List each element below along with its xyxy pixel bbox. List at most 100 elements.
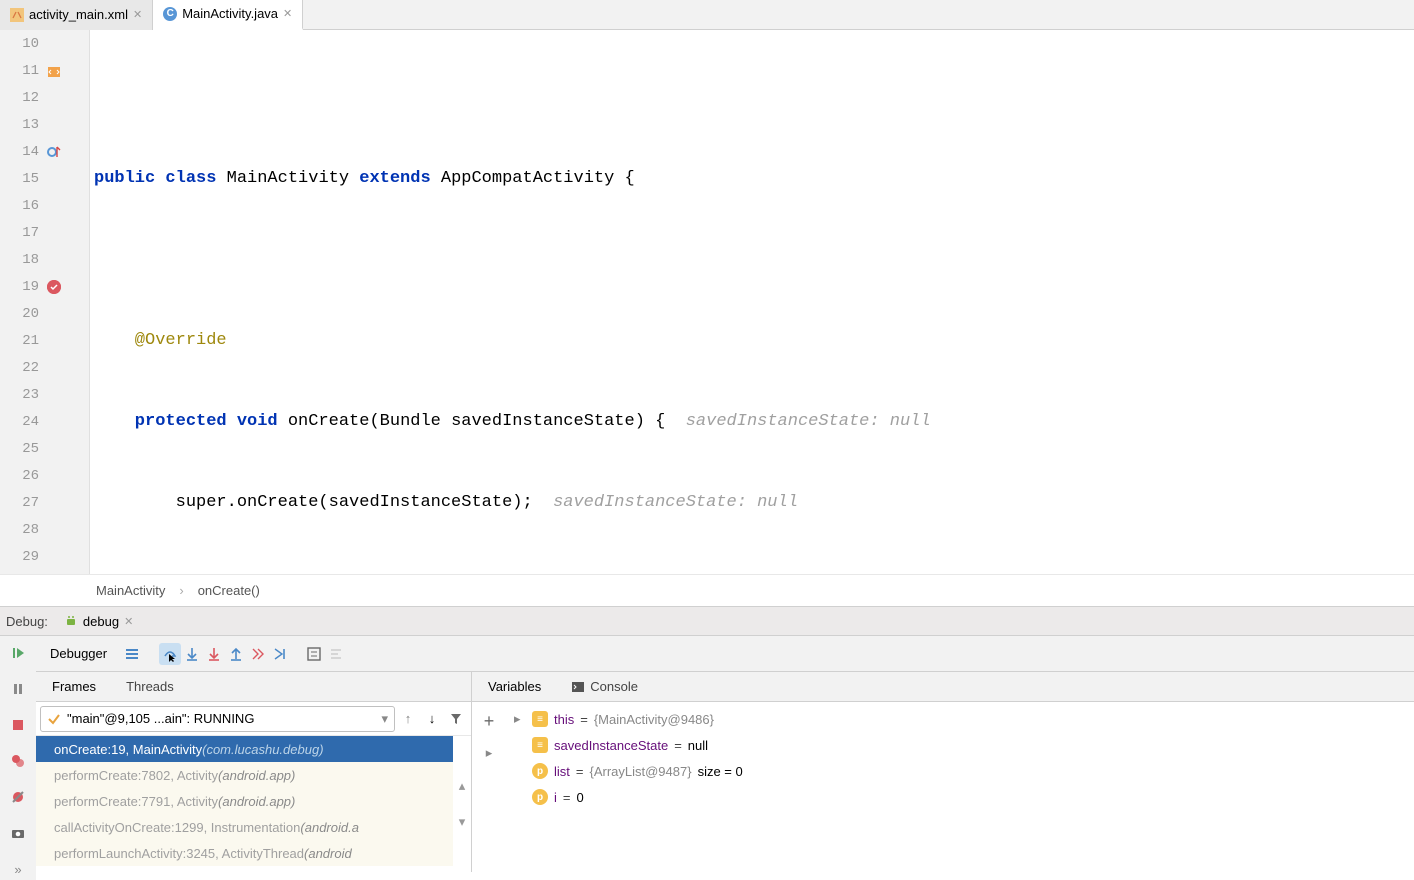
- tab-threads[interactable]: Threads: [126, 679, 174, 694]
- code-line: protected void onCreate(Bundle savedInst…: [90, 408, 1414, 435]
- gutter-line: 17: [0, 219, 89, 246]
- prev-frame-button[interactable]: ↑: [397, 708, 419, 730]
- show-execution-point-button[interactable]: [121, 643, 143, 665]
- code-line: setContentView(R.layout.activity_main);: [90, 570, 1414, 574]
- frame-item[interactable]: performCreate:7791, Activity (android.ap…: [36, 788, 453, 814]
- code-line: [90, 246, 1414, 273]
- gutter-line: 20: [0, 300, 89, 327]
- vars-toolbar: + ▸: [472, 702, 506, 872]
- camera-button[interactable]: [7, 822, 29, 844]
- java-class-icon: C: [163, 7, 177, 21]
- debugger-label[interactable]: Debugger: [36, 646, 121, 661]
- breadcrumb[interactable]: MainActivity › onCreate(): [0, 574, 1414, 606]
- more-icon[interactable]: »: [7, 858, 29, 880]
- gutter-line: 10: [0, 30, 89, 57]
- console-icon: [571, 680, 585, 694]
- code-line: [90, 84, 1414, 111]
- gutter-line: 15: [0, 165, 89, 192]
- tab-variables[interactable]: Variables: [488, 679, 541, 694]
- gutter-line: 16: [0, 192, 89, 219]
- gutter-line: 12: [0, 84, 89, 111]
- gutter-line: 14: [0, 138, 89, 165]
- evaluate-expression-button[interactable]: [303, 643, 325, 665]
- close-icon[interactable]: ✕: [124, 615, 133, 628]
- tab-main-activity-java[interactable]: C MainActivity.java ✕: [153, 0, 303, 30]
- chevron-down-icon: ▾: [381, 711, 388, 727]
- frame-item[interactable]: onCreate:19, MainActivity (com.lucashu.d…: [36, 736, 453, 762]
- variables-panel: Variables Console + ▸ ▸≡ this = {MainAct…: [472, 672, 1414, 872]
- gutter-line: 29: [0, 543, 89, 570]
- pause-button[interactable]: [7, 678, 29, 700]
- step-out-button[interactable]: [225, 643, 247, 665]
- breadcrumb-item[interactable]: MainActivity: [96, 583, 165, 598]
- debug-sidebar: »: [0, 636, 36, 880]
- variable-row[interactable]: p i = 0: [506, 784, 1414, 810]
- resume-button[interactable]: [7, 642, 29, 664]
- breadcrumb-item[interactable]: onCreate(): [198, 583, 260, 598]
- override-icon[interactable]: [47, 145, 61, 159]
- filter-button[interactable]: [445, 708, 467, 730]
- thread-combo[interactable]: "main"@9,105 ...ain": RUNNING ▾: [40, 706, 395, 732]
- breakpoint-icon[interactable]: [47, 280, 61, 294]
- debug-header: Debug: debug ✕: [0, 606, 1414, 636]
- code-area[interactable]: public class MainActivity extends AppCom…: [90, 30, 1414, 574]
- tab-console[interactable]: Console: [571, 679, 638, 694]
- close-icon[interactable]: ✕: [133, 8, 142, 21]
- gutter-line: 18: [0, 246, 89, 273]
- tab-frames[interactable]: Frames: [52, 679, 96, 694]
- close-icon[interactable]: ✕: [283, 7, 292, 20]
- breadcrumb-separator: ›: [179, 583, 183, 598]
- frame-item[interactable]: performLaunchActivity:3245, ActivityThre…: [36, 840, 453, 866]
- gutter-line: 26: [0, 462, 89, 489]
- code-line: public class MainActivity extends AppCom…: [90, 165, 1414, 192]
- code-editor: 10 11 12 13 14 15 16 17 18 19 20 21 22 2…: [0, 30, 1414, 574]
- run-to-cursor-button[interactable]: [269, 643, 291, 665]
- next-frame-button[interactable]: ↓: [421, 708, 443, 730]
- frames-tabs: Frames Threads: [36, 672, 471, 702]
- force-step-into-button[interactable]: [203, 643, 225, 665]
- debug-body: Frames Threads "main"@9,105 ...ain": RUN…: [36, 672, 1414, 872]
- file-tabs: activity_main.xml ✕ C MainActivity.java …: [0, 0, 1414, 30]
- gutter-line: 19: [0, 273, 89, 300]
- stop-button[interactable]: [7, 714, 29, 736]
- add-watch-button[interactable]: +: [478, 710, 500, 732]
- gutter-line: 24: [0, 408, 89, 435]
- gutter-line: 13: [0, 111, 89, 138]
- tab-label: activity_main.xml: [29, 7, 128, 22]
- frames-panel: Frames Threads "main"@9,105 ...ain": RUN…: [36, 672, 472, 872]
- mute-breakpoints-button[interactable]: [7, 786, 29, 808]
- code-line: @Override: [90, 327, 1414, 354]
- variable-row[interactable]: ▸≡ this = {MainActivity@9486}: [506, 706, 1414, 732]
- frame-list[interactable]: onCreate:19, MainActivity (com.lucashu.d…: [36, 736, 453, 872]
- step-over-button[interactable]: [159, 643, 181, 665]
- scrollbar[interactable]: ▴▾: [453, 736, 471, 872]
- variable-row[interactable]: ≡ savedInstanceState = null: [506, 732, 1414, 758]
- thread-name: "main"@9,105 ...ain": RUNNING: [67, 711, 254, 726]
- view-breakpoints-button[interactable]: [7, 750, 29, 772]
- step-into-button[interactable]: [181, 643, 203, 665]
- tab-label: MainActivity.java: [182, 6, 278, 21]
- trace-button[interactable]: [325, 643, 347, 665]
- gutter-line: 25: [0, 435, 89, 462]
- gutter-line: 23: [0, 381, 89, 408]
- debug-toolbar: Debugger: [36, 636, 1414, 672]
- gutter-line: 22: [0, 354, 89, 381]
- variable-row[interactable]: p list = {ArrayList@9487} size = 0: [506, 758, 1414, 784]
- frame-item[interactable]: performCreate:7802, Activity (android.ap…: [36, 762, 453, 788]
- android-icon: [64, 614, 78, 628]
- frame-item[interactable]: callActivityOnCreate:1299, Instrumentati…: [36, 814, 453, 840]
- gutter-line: 21: [0, 327, 89, 354]
- debug-label: Debug:: [6, 614, 48, 629]
- drop-frame-button[interactable]: [247, 643, 269, 665]
- variables-list[interactable]: ▸≡ this = {MainActivity@9486}≡ savedInst…: [506, 702, 1414, 872]
- gutter[interactable]: 10 11 12 13 14 15 16 17 18 19 20 21 22 2…: [0, 30, 90, 574]
- code-line: super.onCreate(savedInstanceState); save…: [90, 489, 1414, 516]
- debug-config-name: debug: [83, 614, 119, 629]
- gutter-line: 27: [0, 489, 89, 516]
- expand-all-button[interactable]: ▸: [478, 742, 500, 764]
- class-gutter-icon: [47, 64, 61, 78]
- gutter-line: 11: [0, 57, 89, 84]
- debug-config-tab[interactable]: debug ✕: [56, 606, 141, 636]
- check-icon: [47, 712, 61, 726]
- tab-activity-main-xml[interactable]: activity_main.xml ✕: [0, 0, 153, 30]
